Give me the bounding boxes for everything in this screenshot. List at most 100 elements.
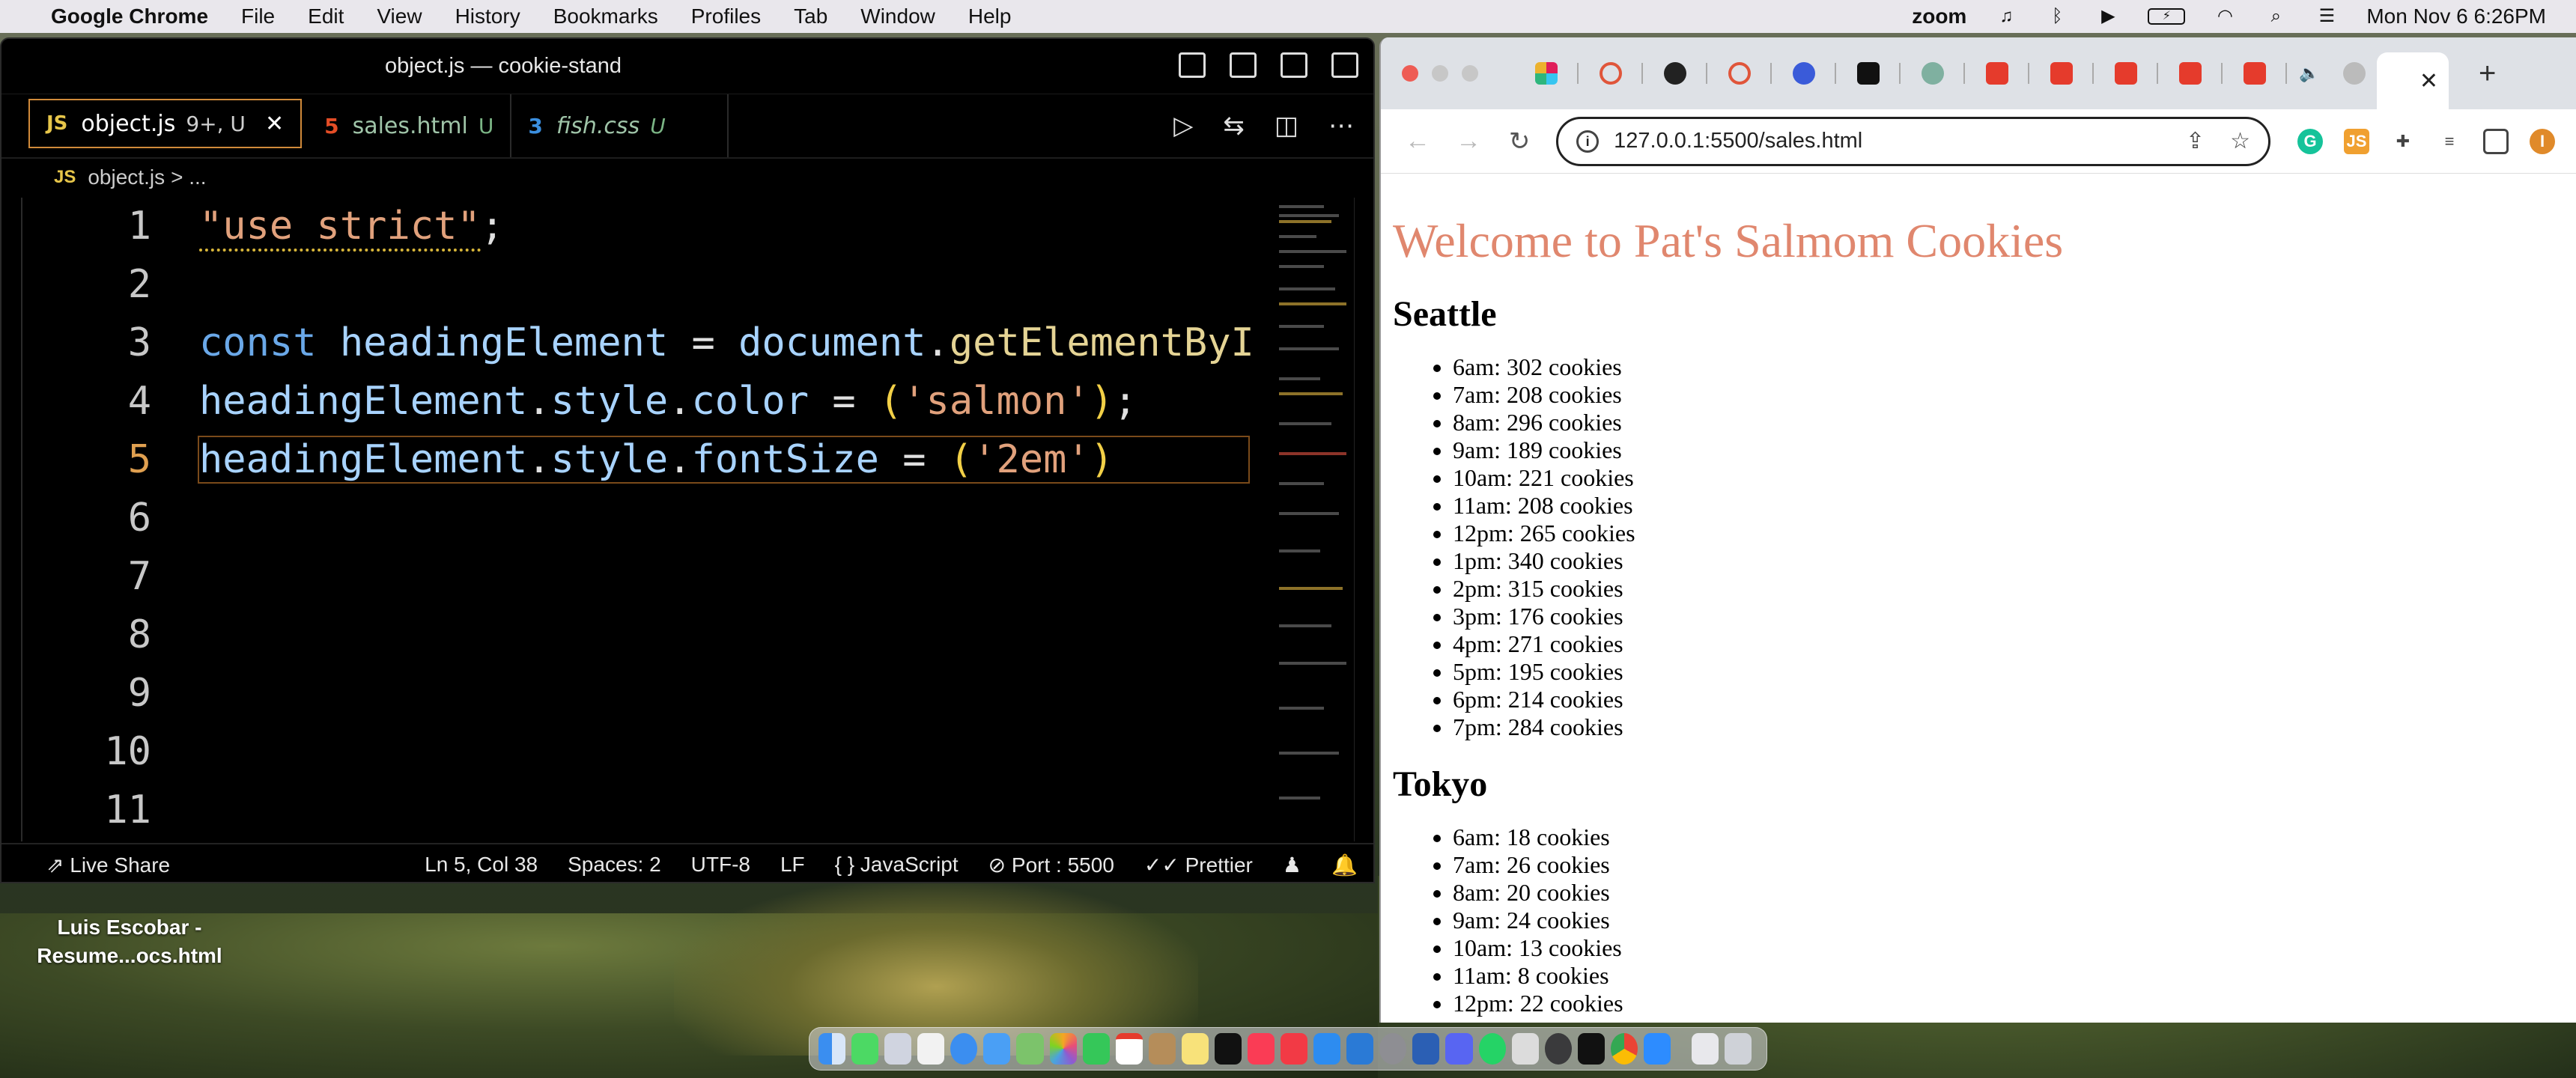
menu-tab[interactable]: Tab	[794, 4, 827, 28]
encoding[interactable]: UTF-8	[691, 853, 750, 877]
toggle-panel-icon[interactable]	[1230, 52, 1257, 78]
zoom-menu-icon[interactable]: zoom	[1912, 4, 1966, 28]
browser-tab[interactable]	[1579, 51, 1643, 96]
grammarly-icon[interactable]: G	[2297, 128, 2323, 154]
minimap[interactable]	[1276, 198, 1351, 841]
settings-icon[interactable]	[1379, 1033, 1407, 1065]
wifi-icon[interactable]: ◠	[2214, 7, 2236, 26]
terminal-icon[interactable]	[1577, 1033, 1605, 1065]
browser-tab[interactable]	[1965, 51, 2029, 96]
breadcrumb-file[interactable]: object.js	[88, 165, 165, 189]
browser-tab-active[interactable]: ✕	[2377, 52, 2449, 109]
whatsapp-icon[interactable]	[1478, 1033, 1506, 1065]
language-mode[interactable]: { } JavaScript	[835, 853, 959, 877]
browser-tab[interactable]	[1707, 51, 1772, 96]
code-line-current[interactable]: 5 headingElement.style.fontSize = ('2em'…	[1, 434, 1267, 493]
desktop-file-label[interactable]: Luis Escobar - Resume...ocs.html	[13, 913, 246, 970]
indentation[interactable]: Spaces: 2	[568, 853, 661, 877]
split-editor-icon[interactable]: ◫	[1275, 111, 1298, 141]
reload-button[interactable]: ↻	[1505, 127, 1534, 156]
code-line[interactable]: 9	[1, 668, 1267, 726]
notifications-icon[interactable]: 🔔	[1331, 853, 1358, 877]
menu-view[interactable]: View	[377, 4, 422, 28]
vscode-icon[interactable]	[1346, 1033, 1374, 1065]
code-line[interactable]: 11	[1, 785, 1267, 843]
tab-fish-css[interactable]: 3 fish.css U	[511, 94, 729, 157]
cursor-position[interactable]: Ln 5, Col 38	[425, 853, 538, 877]
code-line[interactable]: 4 headingElement.style.color = ('salmon'…	[1, 376, 1267, 434]
url-text[interactable]: 127.0.0.1:5500/sales.html	[1614, 129, 1862, 153]
app-store-icon[interactable]	[1313, 1033, 1341, 1065]
browser-tab[interactable]	[2332, 51, 2377, 96]
browser-tab[interactable]	[2029, 51, 2094, 96]
launchpad-icon[interactable]	[884, 1033, 912, 1065]
finder-icon[interactable]	[818, 1033, 846, 1065]
browser-tab[interactable]	[1836, 51, 1901, 96]
code-line[interactable]: 7	[1, 551, 1267, 609]
browser-tab[interactable]: 🔈	[2287, 51, 2332, 96]
discord-icon[interactable]	[1445, 1033, 1473, 1065]
side-panel-icon[interactable]	[2483, 128, 2509, 154]
music-icon[interactable]	[1248, 1033, 1275, 1065]
back-button[interactable]: ←	[1403, 127, 1432, 156]
code-line[interactable]: 1 "use strict";	[1, 201, 1267, 259]
quicktime-icon[interactable]	[1544, 1033, 1572, 1065]
messages-icon[interactable]	[851, 1033, 879, 1065]
notes-icon[interactable]	[1181, 1033, 1209, 1065]
calendar-icon[interactable]	[1115, 1033, 1143, 1065]
word-icon[interactable]	[1412, 1033, 1440, 1065]
facetime-icon[interactable]	[1082, 1033, 1110, 1065]
tab-sales-html[interactable]: 5 sales.html U	[308, 94, 512, 157]
menu-edit[interactable]: Edit	[308, 4, 344, 28]
photos-icon[interactable]	[1049, 1033, 1077, 1065]
mail-icon[interactable]	[983, 1033, 1011, 1065]
close-window-button[interactable]	[1402, 65, 1418, 82]
menu-help[interactable]: Help	[968, 4, 1012, 28]
search-icon[interactable]: ⌕	[2264, 7, 2287, 26]
more-actions-icon[interactable]: ⋯	[1328, 111, 1354, 141]
preview-icon[interactable]	[1511, 1033, 1539, 1065]
bluetooth-icon[interactable]: ᛒ	[2046, 7, 2068, 26]
menu-profiles[interactable]: Profiles	[691, 4, 761, 28]
address-bar[interactable]: i 127.0.0.1:5500/sales.html ⇪ ☆	[1556, 116, 2270, 166]
menubar-clock[interactable]: Mon Nov 6 6:26PM	[2366, 4, 2546, 28]
menu-bookmarks[interactable]: Bookmarks	[553, 4, 658, 28]
code-line[interactable]: 3 const headingElement = document.getEle…	[1, 317, 1267, 376]
airpods-icon[interactable]: ♫	[1995, 7, 2017, 26]
maximize-window-button[interactable]	[1462, 65, 1478, 82]
control-center-icon[interactable]: ☰	[2315, 7, 2338, 26]
browser-tab[interactable]	[1901, 51, 1965, 96]
menu-file[interactable]: File	[241, 4, 275, 28]
toggle-sidebar-icon[interactable]	[1179, 52, 1206, 78]
editor-scrollbar[interactable]	[1354, 198, 1373, 841]
share-icon[interactable]: ⇪	[2186, 128, 2205, 154]
code-line[interactable]: 2	[1, 259, 1267, 317]
code-line[interactable]: 10	[1, 726, 1267, 785]
contacts-icon[interactable]	[1148, 1033, 1176, 1065]
tab-object-js[interactable]: JS object.js 9+, U ✕	[28, 99, 303, 148]
forward-button[interactable]: →	[1454, 127, 1483, 156]
menu-window[interactable]: Window	[860, 4, 935, 28]
browser-tab[interactable]	[1643, 51, 1707, 96]
safari-icon[interactable]	[950, 1033, 978, 1065]
news-icon[interactable]	[1281, 1033, 1308, 1065]
close-tab-icon[interactable]: ✕	[2419, 68, 2438, 94]
browser-tab[interactable]	[2094, 51, 2158, 96]
new-tab-button[interactable]: +	[2479, 57, 2496, 91]
notes-list-icon[interactable]	[917, 1033, 945, 1065]
code-editor[interactable]: 1 "use strict"; 2 3 const headingElement…	[1, 198, 1373, 843]
trash-icon[interactable]	[1725, 1033, 1752, 1065]
live-server-port[interactable]: ⊘ Port : 5500	[988, 853, 1114, 877]
bookmark-star-icon[interactable]: ☆	[2230, 128, 2250, 154]
minimize-window-button[interactable]	[1432, 65, 1448, 82]
browser-tab[interactable]	[2223, 51, 2287, 96]
extensions-puzzle-icon[interactable]: ✚	[2390, 129, 2416, 154]
maps-icon[interactable]	[1016, 1033, 1044, 1065]
downloads-folder-icon[interactable]	[1692, 1033, 1719, 1065]
menubar-app-name[interactable]: Google Chrome	[51, 4, 208, 28]
code-line[interactable]: 6	[1, 493, 1267, 551]
live-share-button[interactable]: ⇗ Live Share	[46, 853, 170, 877]
menu-history[interactable]: History	[455, 4, 520, 28]
browser-tab[interactable]	[1514, 51, 1579, 96]
js-extension-icon[interactable]: JS	[2344, 128, 2369, 154]
